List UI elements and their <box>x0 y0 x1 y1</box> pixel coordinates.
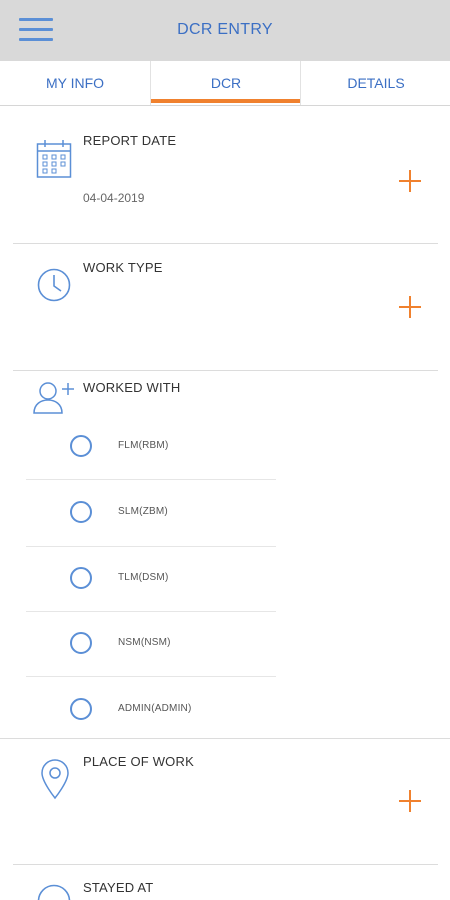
worked-with-option[interactable]: NSM(NSM) <box>26 612 276 676</box>
radio-button[interactable] <box>70 567 92 589</box>
section-divider <box>13 370 438 371</box>
row-divider <box>26 676 276 677</box>
add-report-date-button[interactable] <box>399 170 421 192</box>
option-label: NSM(NSM) <box>118 637 171 648</box>
add-work-type-button[interactable] <box>399 296 421 318</box>
option-label: FLM(RBM) <box>118 440 169 451</box>
worked-with-option[interactable]: SLM(ZBM) <box>26 481 276 545</box>
option-label: SLM(ZBM) <box>118 506 168 517</box>
place-of-work-label: PLACE OF WORK <box>83 754 194 769</box>
worked-with-option[interactable]: ADMIN(ADMIN) <box>26 678 276 742</box>
section-divider <box>13 864 438 865</box>
active-tab-indicator <box>151 99 300 103</box>
calendar-icon <box>36 139 72 179</box>
section-divider <box>13 243 438 244</box>
row-divider <box>26 479 276 480</box>
tab-my-info[interactable]: MY INFO <box>0 61 150 105</box>
location-pin-icon <box>40 758 70 800</box>
section-divider <box>0 738 450 739</box>
clock-icon <box>37 268 71 302</box>
worked-with-option[interactable]: FLM(RBM) <box>26 415 276 479</box>
radio-button[interactable] <box>70 698 92 720</box>
worked-with-option[interactable]: TLM(DSM) <box>26 547 276 611</box>
radio-button[interactable] <box>70 632 92 654</box>
report-date-value[interactable]: 04-04-2019 <box>83 191 144 205</box>
radio-button[interactable] <box>70 501 92 523</box>
add-place-of-work-button[interactable] <box>399 790 421 812</box>
radio-button[interactable] <box>70 435 92 457</box>
stayed-at-label: STAYED AT <box>83 880 154 895</box>
work-type-label: WORK TYPE <box>83 260 163 275</box>
option-label: TLM(DSM) <box>118 572 169 583</box>
tab-details[interactable]: DETAILS <box>300 61 450 105</box>
app-bar: DCR ENTRY <box>0 0 450 61</box>
report-date-label: REPORT DATE <box>83 133 177 148</box>
clock-icon <box>37 884 71 900</box>
add-user-icon <box>32 380 76 416</box>
option-label: ADMIN(ADMIN) <box>118 703 192 714</box>
page-title: DCR ENTRY <box>177 21 273 38</box>
worked-with-label: WORKED WITH <box>83 380 181 395</box>
